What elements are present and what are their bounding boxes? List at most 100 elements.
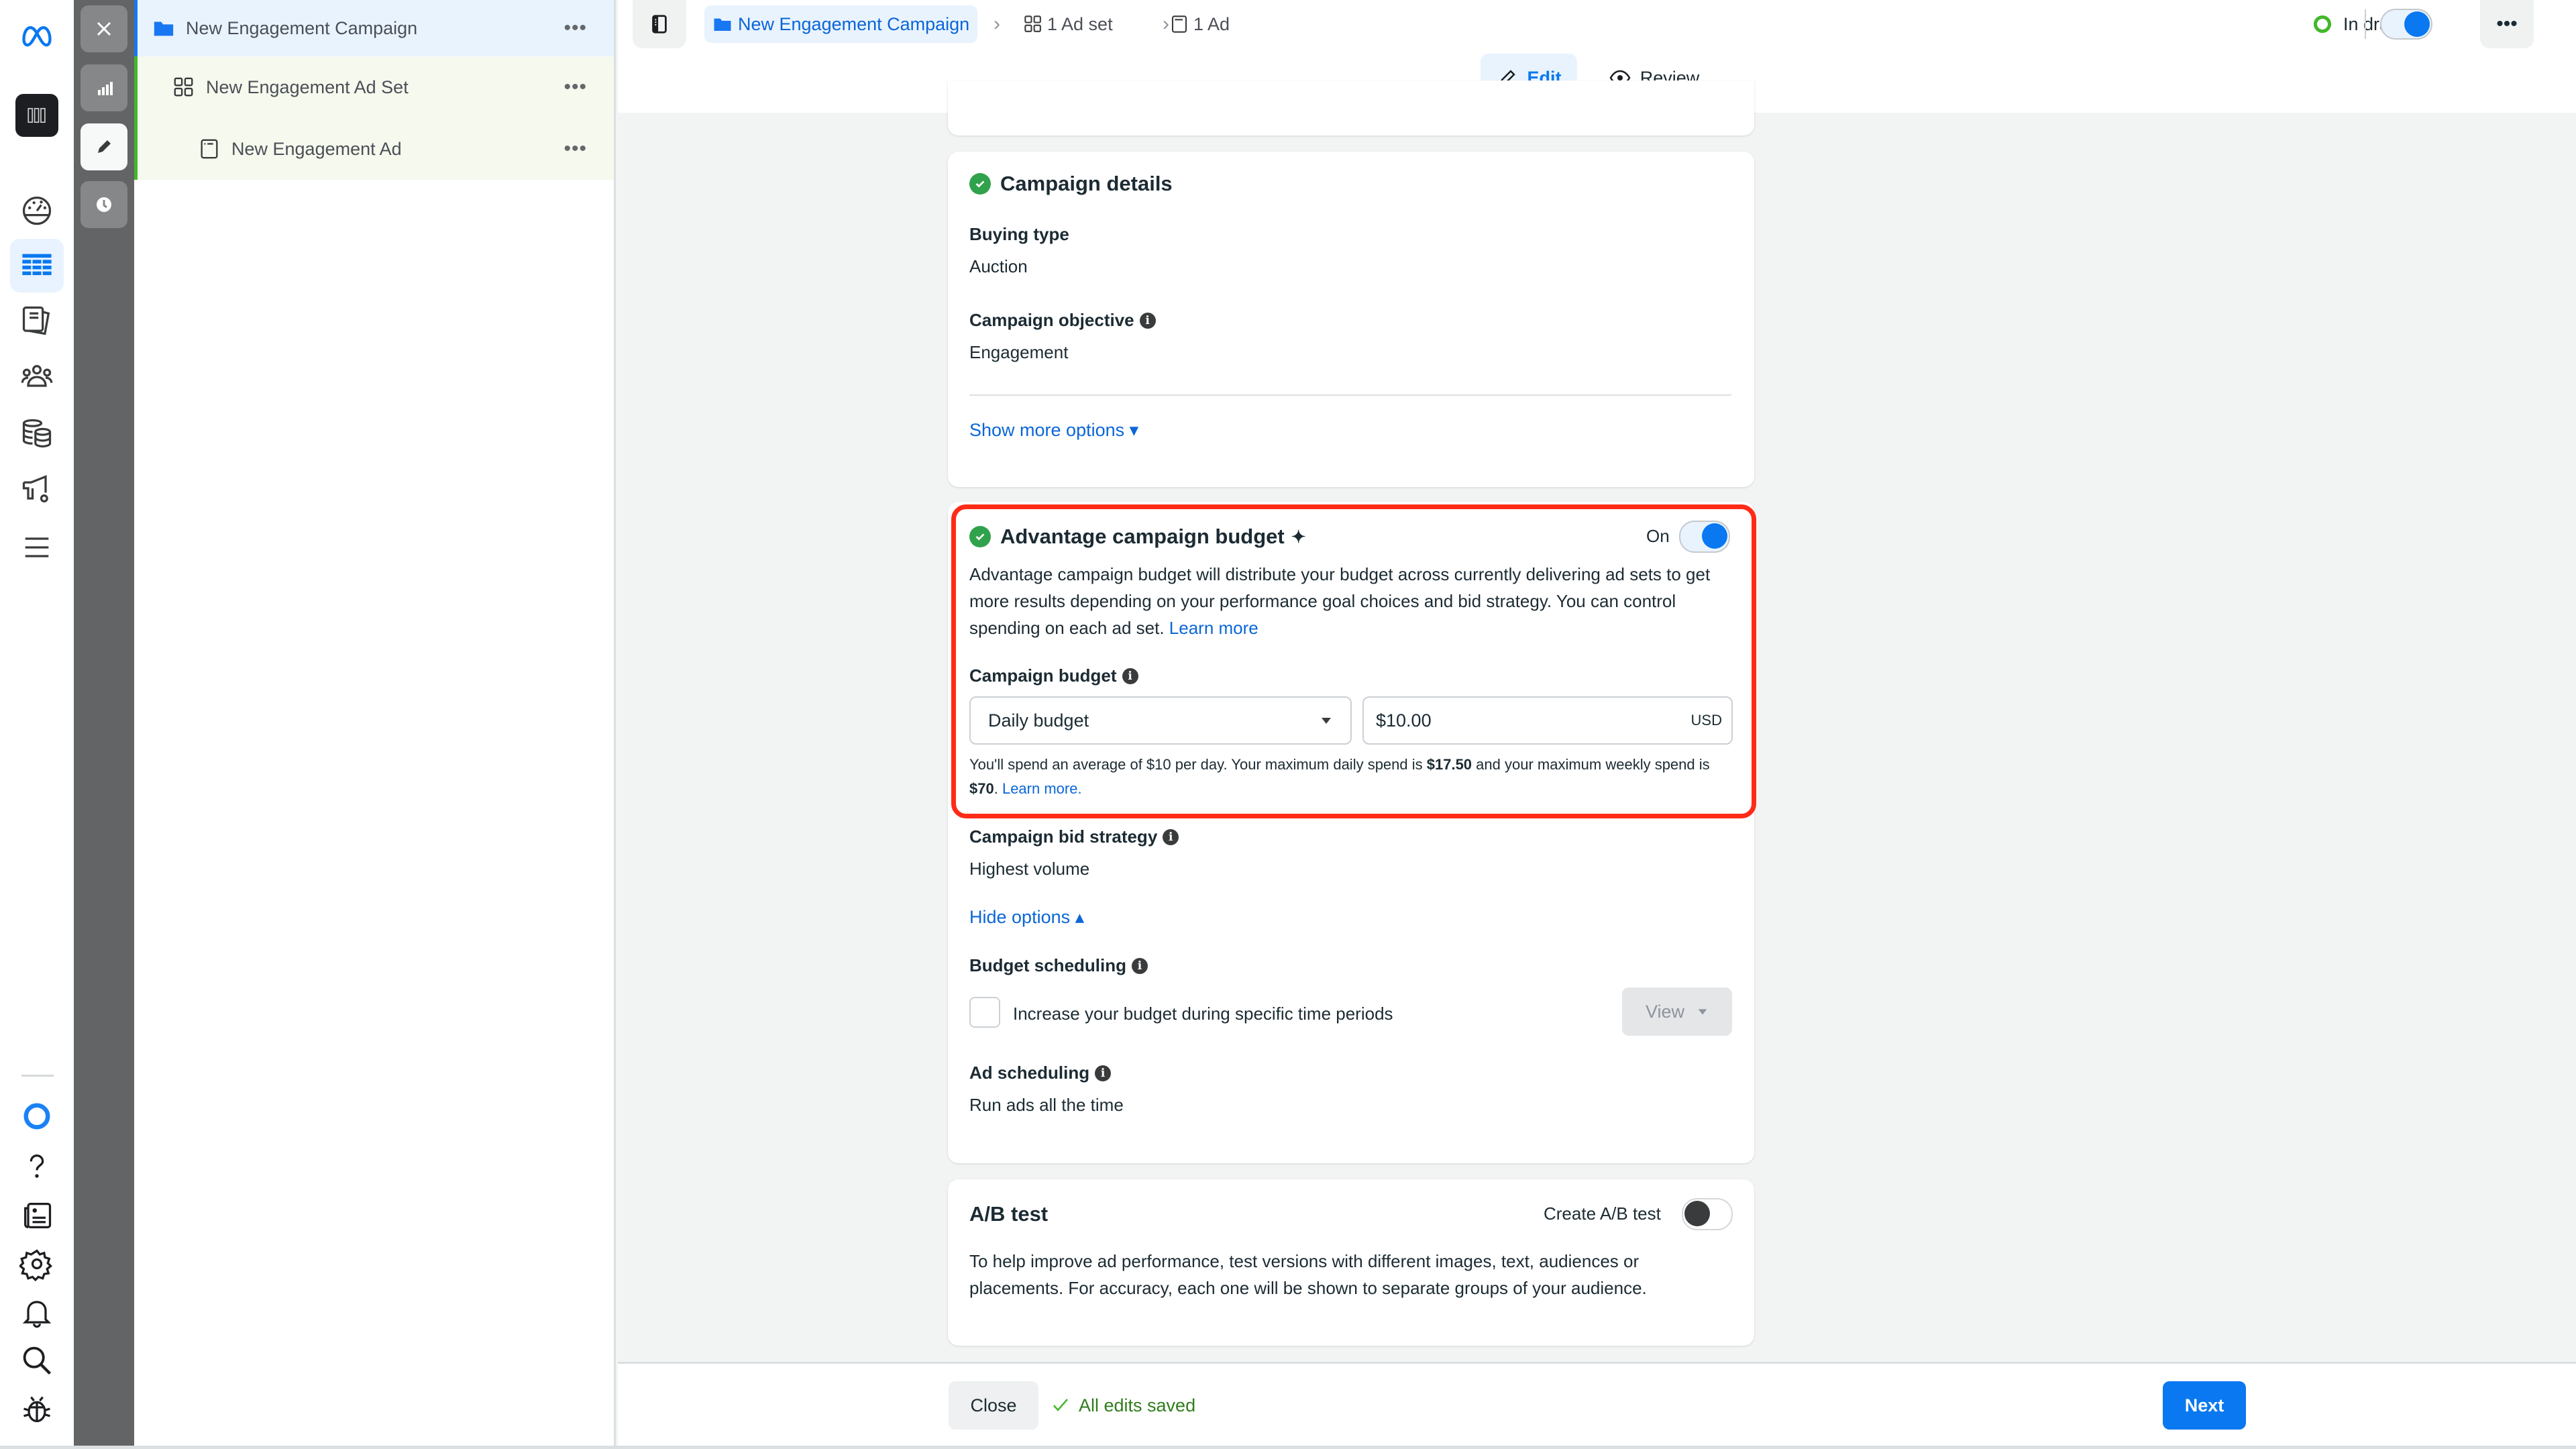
learn-more-link[interactable]: Learn more [1169, 618, 1258, 638]
campaign-objective-value: Engagement [969, 342, 1069, 362]
ab-test-card: A/B test Create A/B test To help improve… [948, 1179, 1754, 1346]
folder-icon [714, 18, 731, 31]
previous-card-bottom [948, 80, 1754, 136]
tree-item-campaign[interactable]: New Engagement Campaign ••• [134, 0, 614, 56]
info-icon[interactable]: i [1163, 828, 1179, 845]
spend-estimate-note: You'll spend an average of $10 per day. … [969, 756, 1710, 797]
tree-item-label: New Engagement Ad [231, 138, 402, 159]
budget-scheduling-checkbox-label[interactable]: Increase your budget during specific tim… [1013, 1004, 1393, 1024]
billing-coins-icon[interactable] [10, 407, 64, 460]
more-options-icon[interactable]: ••• [564, 76, 587, 99]
global-nav-rail [0, 0, 74, 1449]
breadcrumb-ad[interactable]: 1 Ad [1169, 5, 1230, 43]
caret-down-icon [1698, 1009, 1707, 1015]
close-button[interactable]: Close [949, 1381, 1038, 1430]
campaign-budget-label: Campaign budget i [969, 665, 1138, 686]
breadcrumb-ad-label: 1 Ad [1193, 13, 1230, 34]
budget-amount-input[interactable]: $10.00 USD [1362, 696, 1733, 745]
ab-test-description: To help improve ad performance, test ver… [969, 1251, 1647, 1298]
divider [969, 394, 1731, 396]
complete-check-icon [969, 173, 991, 195]
report-bug-icon[interactable] [10, 1382, 64, 1436]
tree-item-ad[interactable]: New Engagement Ad ••• [134, 118, 614, 180]
more-actions-button[interactable]: ••• [2480, 0, 2534, 48]
breadcrumb-campaign[interactable]: New Engagement Campaign [704, 5, 978, 43]
tree-item-ad-set[interactable]: New Engagement Ad Set ••• [134, 56, 614, 118]
campaign-on-off-toggle[interactable] [2380, 9, 2432, 40]
complete-check-icon [969, 526, 991, 547]
close-icon [97, 21, 111, 36]
all-tools-menu-icon[interactable] [10, 521, 64, 574]
more-options-icon[interactable]: ••• [564, 138, 587, 160]
help-question-icon[interactable] [10, 1140, 64, 1194]
account-avatar[interactable] [10, 89, 64, 142]
folder-icon [152, 16, 176, 40]
spend-learn-more-link[interactable]: Learn more. [1002, 780, 1082, 797]
pencil-icon [98, 140, 111, 153]
ads-manager-table-icon[interactable] [10, 239, 64, 292]
info-icon[interactable]: i [1139, 312, 1156, 329]
budget-card: Advantage campaign budget ✦ On Advantage… [948, 502, 1754, 1163]
editor-tool-rail [74, 0, 189, 1449]
history-button[interactable] [80, 181, 127, 228]
meta-ai-ring-icon[interactable] [10, 1089, 64, 1143]
bar-chart-icon [98, 82, 113, 95]
budget-type-select[interactable]: Daily budget [969, 696, 1352, 745]
next-button[interactable]: Next [2163, 1381, 2246, 1430]
campaign-details-card: Campaign details Buying type Auction Cam… [948, 152, 1754, 487]
budget-scheduling-label: Budget scheduling i [969, 955, 1148, 976]
notifications-bell-icon[interactable] [10, 1285, 64, 1339]
caret-down-icon [1322, 718, 1331, 724]
insights-button[interactable] [80, 64, 127, 111]
advantage-budget-description: Advantage campaign budget will distribut… [969, 564, 1711, 638]
create-ab-test-toggle[interactable] [1682, 1198, 1733, 1230]
info-icon[interactable]: i [1132, 957, 1148, 974]
breadcrumb-ad-set[interactable]: 1 Ad set [1023, 5, 1113, 43]
divider [2365, 9, 2366, 39]
more-options-icon[interactable]: ••• [564, 17, 587, 40]
bottom-edge [0, 1446, 2576, 1449]
search-icon[interactable] [10, 1334, 64, 1387]
ab-test-heading: A/B test [969, 1202, 1049, 1226]
show-more-options-link[interactable]: Show more options ▾ [969, 420, 1138, 441]
budget-scheduling-checkbox[interactable] [969, 997, 1000, 1028]
toggle-side-panel-button[interactable] [633, 0, 686, 48]
settings-gear-icon[interactable] [10, 1237, 64, 1291]
hide-options-link[interactable]: Hide options ▴ [969, 907, 1084, 928]
create-ab-test-label: Create A/B test [1544, 1203, 1661, 1224]
pages-notebook-icon[interactable] [10, 294, 64, 347]
info-icon[interactable]: i [1095, 1065, 1112, 1081]
rail-divider [21, 1075, 54, 1077]
currency-label: USD [1690, 712, 1722, 729]
audiences-people-icon[interactable] [10, 350, 64, 404]
advantage-sparkle-icon: ✦ [1291, 526, 1306, 547]
clock-icon [97, 197, 111, 212]
buying-type-label: Buying type [969, 224, 1069, 244]
editor-footer: Close All edits saved Next [618, 1362, 2576, 1446]
breadcrumb-separator: › [1163, 13, 1169, 35]
ad-set-grid-icon [172, 75, 197, 99]
news-feed-icon[interactable] [10, 1189, 64, 1242]
ad-page-icon [198, 137, 222, 161]
checkmark-icon [1053, 1399, 1068, 1411]
breadcrumb-separator: › [994, 13, 1000, 35]
view-schedule-button[interactable]: View [1622, 987, 1732, 1036]
campaign-details-heading: Campaign details [969, 172, 1173, 196]
bid-strategy-value: Highest volume [969, 859, 1090, 879]
ad-scheduling-label: Ad scheduling i [969, 1063, 1112, 1083]
advantage-budget-toggle[interactable] [1679, 521, 1730, 553]
edit-tool-button[interactable] [80, 123, 127, 170]
side-panel-icon [652, 15, 667, 34]
draft-status-icon [2314, 15, 2331, 33]
info-icon[interactable]: i [1122, 667, 1138, 684]
advertising-settings-megaphone-icon[interactable] [10, 463, 64, 517]
campaign-tree-panel: New Engagement Campaign ••• New Engageme… [134, 0, 616, 1449]
advantage-budget-heading: Advantage campaign budget ✦ [969, 525, 1306, 549]
dashboard-gauge-icon[interactable] [10, 182, 64, 236]
meta-logo-icon[interactable] [10, 8, 64, 62]
advantage-toggle-label: On [1646, 526, 1670, 546]
ad-page-icon [1171, 15, 1187, 33]
buying-type-value: Auction [969, 256, 1028, 276]
breadcrumb-ad-set-label: 1 Ad set [1047, 13, 1113, 34]
close-editor-button[interactable] [80, 5, 127, 52]
